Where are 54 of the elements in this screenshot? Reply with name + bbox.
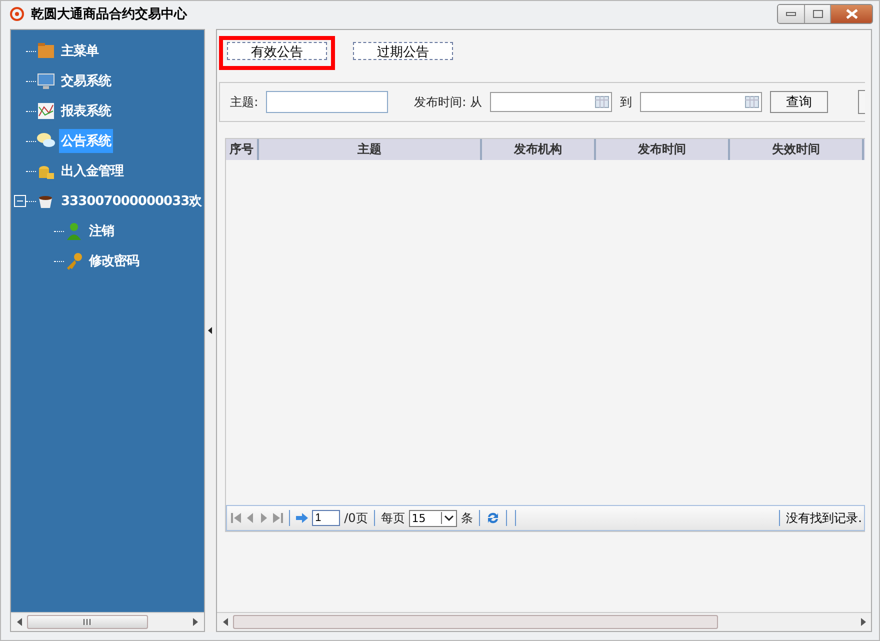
unit-label: 条 — [460, 510, 473, 526]
scrollbar-thumb[interactable] — [27, 615, 148, 629]
tree-item[interactable]: 出入金管理 — [59, 159, 126, 183]
refresh-icon[interactable] — [486, 511, 500, 525]
horizontal-scrollbar[interactable] — [11, 612, 204, 631]
minimize-button[interactable] — [778, 5, 804, 23]
collapse-arrow-icon[interactable] — [208, 327, 212, 334]
subject-label: 主题: — [230, 94, 258, 110]
tab[interactable]: 有效公告 — [227, 42, 328, 60]
collapse-toggle[interactable] — [14, 195, 26, 207]
cut-off-button[interactable] — [858, 90, 865, 114]
go-arrow-icon[interactable] — [296, 513, 308, 523]
user-icon — [64, 221, 84, 241]
calendar-icon[interactable] — [745, 96, 759, 108]
previous-page-icon[interactable] — [245, 512, 256, 524]
tab[interactable]: 过期公告 — [353, 42, 454, 60]
per-page-label: 每页 — [380, 510, 405, 526]
tree-item[interactable]: 主菜单 — [59, 39, 100, 63]
maximize-button[interactable] — [804, 5, 830, 23]
publish-time-label: 发布时间: 从 — [414, 94, 482, 110]
to-label: 到 — [620, 94, 632, 110]
chart-icon — [36, 101, 56, 121]
dropdown-caret-icon[interactable] — [440, 512, 456, 524]
tree-item[interactable]: 注销 — [87, 219, 116, 243]
tree-item[interactable]: 报表系统 — [59, 99, 113, 123]
app-logo-icon — [9, 6, 25, 22]
close-button[interactable] — [830, 5, 872, 23]
scrollbar-thumb[interactable] — [233, 615, 718, 629]
tree-item[interactable]: 交易系统 — [59, 69, 113, 93]
horizontal-scrollbar[interactable] — [217, 612, 871, 631]
close-icon — [846, 9, 858, 19]
next-page-icon[interactable] — [259, 512, 270, 524]
date-field[interactable] — [640, 92, 762, 112]
maximize-icon — [812, 10, 822, 18]
scroll-right-icon[interactable] — [860, 618, 866, 626]
page-count: /0页 — [344, 510, 368, 526]
minimize-icon — [786, 12, 796, 16]
monitor-icon — [36, 71, 56, 91]
scroll-right-icon[interactable] — [193, 618, 198, 626]
last-page-icon[interactable] — [273, 512, 284, 524]
window-title: 乾圆大通商品合约交易中心 — [31, 6, 188, 23]
menu-folder-icon — [36, 41, 56, 61]
status-text: 没有找到记录. — [779, 510, 864, 526]
calendar-icon[interactable] — [595, 96, 609, 108]
tree-item[interactable]: 修改密码 — [87, 249, 141, 273]
subject-field[interactable] — [266, 91, 388, 113]
query-button[interactable]: 查询 — [770, 91, 828, 113]
scroll-left-icon[interactable] — [16, 618, 22, 626]
scroll-left-icon[interactable] — [222, 618, 228, 626]
page-size-select[interactable]: 15 — [408, 510, 457, 526]
page-number-field[interactable]: 1 — [312, 510, 340, 526]
tree-item[interactable]: 333007000000033欢 — [59, 189, 204, 213]
date-field[interactable] — [490, 92, 612, 112]
first-page-icon[interactable] — [231, 512, 242, 524]
